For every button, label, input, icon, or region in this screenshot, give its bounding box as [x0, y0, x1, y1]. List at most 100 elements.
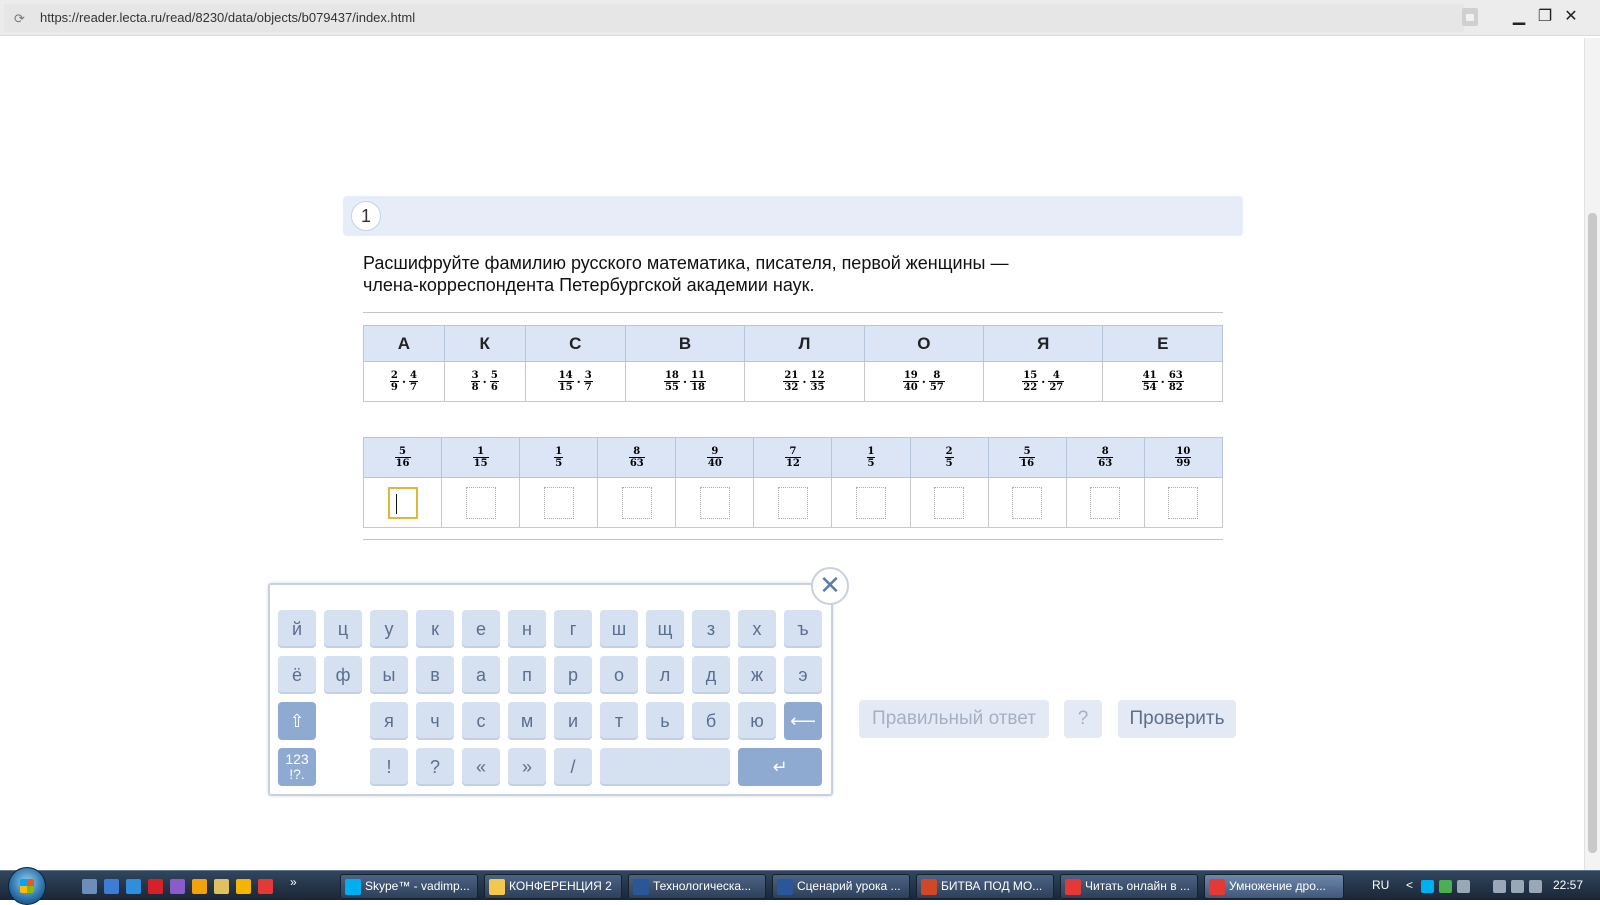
quicklaunch-more-icon[interactable]: »: [290, 875, 297, 889]
maximize-button[interactable]: ❐: [1534, 6, 1556, 28]
answer-letter-input[interactable]: [1168, 486, 1199, 519]
key[interactable]: з: [692, 610, 730, 648]
correct-answer-button[interactable]: Правильный ответ: [859, 700, 1049, 738]
key[interactable]: щ: [646, 610, 684, 648]
taskbar-window-button[interactable]: Технологическа...: [628, 874, 766, 899]
key[interactable]: ю: [738, 702, 776, 740]
enter-icon[interactable]: ↵: [738, 748, 822, 786]
answer-letter-input[interactable]: [465, 486, 496, 519]
key[interactable]: к: [416, 610, 454, 648]
answer-letter-input[interactable]: [621, 486, 652, 519]
key[interactable]: у: [370, 610, 408, 648]
answer-letter-input[interactable]: [934, 486, 965, 519]
app-icon[interactable]: [148, 879, 163, 894]
taskbar-window-button[interactable]: Skype™ - vadimp...: [340, 874, 478, 899]
key[interactable]: п: [508, 656, 546, 694]
answer-letter-input[interactable]: [387, 486, 418, 519]
start-button[interactable]: [8, 867, 46, 905]
key[interactable]: «: [462, 748, 500, 786]
key[interactable]: ё: [278, 656, 316, 694]
language-indicator[interactable]: RU: [1372, 878, 1389, 892]
key[interactable]: ч: [416, 702, 454, 740]
key[interactable]: !: [370, 748, 408, 786]
scrollbar-thumb[interactable]: [1588, 213, 1597, 853]
folder-icon[interactable]: [214, 879, 229, 894]
key[interactable]: с: [462, 702, 500, 740]
key[interactable]: и: [554, 702, 592, 740]
key[interactable]: б: [692, 702, 730, 740]
yandex-browser-icon[interactable]: [258, 879, 273, 894]
key[interactable]: х: [738, 610, 776, 648]
tray-icon[interactable]: [1457, 880, 1470, 893]
key[interactable]: г: [554, 610, 592, 648]
key[interactable]: ы: [370, 656, 408, 694]
taskbar-window-button[interactable]: Читать онлайн в ...: [1060, 874, 1198, 899]
download-tray-icon[interactable]: [1439, 880, 1452, 893]
answer-letter-input[interactable]: [1090, 486, 1121, 519]
reload-icon[interactable]: ⟳: [14, 12, 28, 26]
lock-icon[interactable]: [1462, 8, 1478, 26]
key[interactable]: ф: [324, 656, 362, 694]
key[interactable]: я: [370, 702, 408, 740]
key[interactable]: /: [554, 748, 592, 786]
app-icon: [633, 879, 649, 895]
key[interactable]: ж: [738, 656, 776, 694]
key[interactable]: о: [600, 656, 638, 694]
fraction: 5 16: [394, 446, 411, 469]
key[interactable]: а: [462, 656, 500, 694]
show-desktop-icon[interactable]: [82, 879, 97, 894]
answer-letter-input[interactable]: [856, 486, 886, 519]
answer-cell: [1065, 477, 1145, 528]
check-button[interactable]: Проверить: [1118, 700, 1236, 738]
help-button[interactable]: ?: [1064, 700, 1102, 738]
tray-expand-icon[interactable]: <: [1406, 878, 1413, 892]
volume-icon[interactable]: [1529, 880, 1542, 893]
fraction: 18 55: [663, 370, 680, 393]
close-window-button[interactable]: ✕: [1560, 6, 1582, 28]
key[interactable]: в: [416, 656, 454, 694]
key[interactable]: ь: [646, 702, 684, 740]
key[interactable]: й: [278, 610, 316, 648]
tray-icon[interactable]: [1493, 880, 1506, 893]
key[interactable]: л: [646, 656, 684, 694]
key-letter: Я: [983, 325, 1104, 362]
key[interactable]: э: [784, 656, 822, 694]
url-field[interactable]: ⟳ https://reader.lecta.ru/read/8230/data…: [4, 4, 1464, 32]
vertical-scrollbar[interactable]: [1584, 38, 1600, 870]
explorer-icon[interactable]: [104, 879, 119, 894]
taskbar-window-button[interactable]: Умножение дро...: [1204, 874, 1344, 899]
taskbar-window-button[interactable]: БИТВА ПОД МО...: [916, 874, 1054, 899]
key[interactable]: н: [508, 610, 546, 648]
url-text[interactable]: https://reader.lecta.ru/read/8230/data/o…: [40, 10, 415, 25]
key[interactable]: ъ: [784, 610, 822, 648]
space-key[interactable]: [600, 748, 730, 786]
answer-letter-input[interactable]: [1012, 486, 1043, 519]
key[interactable]: ?: [416, 748, 454, 786]
taskbar-window-button[interactable]: Сценарий урока ...: [772, 874, 910, 899]
key[interactable]: р: [554, 656, 592, 694]
chrome-icon[interactable]: [192, 879, 207, 894]
backspace-icon[interactable]: ⟵: [784, 702, 822, 740]
keyboard-close-icon[interactable]: ✕: [811, 567, 849, 605]
key[interactable]: д: [692, 656, 730, 694]
app-icon[interactable]: [170, 879, 185, 894]
network-icon[interactable]: [1511, 880, 1524, 893]
media-player-icon[interactable]: [236, 879, 251, 894]
minimize-button[interactable]: ▁: [1508, 6, 1530, 28]
key[interactable]: ц: [324, 610, 362, 648]
shift-icon[interactable]: ⇧: [278, 702, 316, 740]
key[interactable]: »: [508, 748, 546, 786]
taskbar-window-label: БИТВА ПОД МО...: [941, 879, 1043, 893]
answer-letter-input[interactable]: [777, 486, 808, 519]
taskbar-window-button[interactable]: КОНФЕРЕНЦИЯ 2: [484, 874, 622, 899]
skype-tray-icon[interactable]: [1421, 880, 1434, 893]
answer-letter-input[interactable]: [543, 486, 574, 519]
key[interactable]: ш: [600, 610, 638, 648]
key[interactable]: т: [600, 702, 638, 740]
internet-explorer-icon[interactable]: [126, 879, 141, 894]
key[interactable]: е: [462, 610, 500, 648]
key[interactable]: м: [508, 702, 546, 740]
clock[interactable]: 22:57: [1553, 878, 1583, 892]
numbers-symbols-key[interactable]: 123 !?.: [278, 748, 316, 786]
answer-letter-input[interactable]: [699, 486, 730, 519]
